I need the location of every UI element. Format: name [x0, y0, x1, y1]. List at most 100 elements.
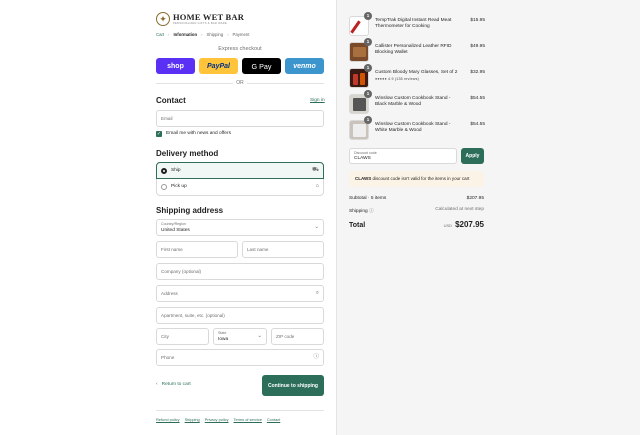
email-placeholder: Email: [161, 116, 173, 121]
privacy-policy-link[interactable]: Privacy policy: [205, 417, 229, 422]
cart-item: 1 TempTrak Digital Instant Read Meat The…: [349, 12, 485, 36]
checkout-main: ✦ HOME WET BAR PERSONALIZED GIFTS & BAR …: [0, 0, 337, 435]
state-select[interactable]: State Iowa ⌄: [213, 328, 267, 345]
quantity-badge: 1: [364, 12, 372, 20]
currency-code: USD: [443, 223, 453, 228]
divider: [156, 410, 324, 411]
chevron-left-icon: ‹: [156, 382, 158, 387]
return-to-cart-link[interactable]: ‹ Return to cart: [156, 382, 191, 387]
shop-pay-button[interactable]: shop: [156, 58, 195, 74]
shipping-label-wrap: Shipping ⓘ: [349, 207, 374, 214]
first-name-field[interactable]: First name: [156, 241, 238, 258]
apartment-placeholder: Apartment, suite, etc. (optional): [161, 313, 225, 318]
shipping-label: Shipping: [349, 209, 368, 214]
total-label: Total: [349, 222, 366, 229]
company-field[interactable]: Company (optional): [156, 263, 324, 280]
item-price: $54.55: [470, 122, 485, 127]
newsletter-label: Email me with news and offers: [166, 131, 231, 136]
apply-discount-button[interactable]: Apply: [461, 148, 484, 164]
breadcrumb-cart[interactable]: Cart: [156, 32, 164, 37]
email-field[interactable]: Email: [156, 110, 324, 127]
help-icon[interactable]: ⓘ: [369, 209, 374, 214]
first-name-placeholder: First name: [161, 247, 183, 252]
item-rating: ●●●●● 4.9 (135 reviews): [375, 77, 420, 81]
item-price: $54.55: [470, 96, 485, 101]
quantity-badge: 1: [364, 64, 372, 72]
last-name-placeholder: Last name: [247, 247, 269, 252]
item-name: Winslow Custom Cookbook Stand - Black Ma…: [375, 96, 451, 107]
breadcrumb-shipping: Shipping: [206, 32, 224, 37]
breadcrumb: Cart › Information › Shipping › Payment: [156, 32, 250, 37]
subtotal-row: Subtotal · 5 items $207.95: [349, 196, 484, 201]
discount-error-notice: CLAWS discount code isn't valid for the …: [349, 171, 484, 187]
newsletter-checkbox[interactable]: ✓: [156, 131, 162, 137]
quantity-badge: 1: [364, 90, 372, 98]
radio-selected[interactable]: [161, 168, 167, 174]
state-value: Iowa: [218, 337, 229, 342]
item-price: $32.95: [470, 70, 485, 75]
state-label: State: [218, 331, 227, 335]
help-icon[interactable]: ⓘ: [313, 354, 319, 361]
truck-icon: ⛟: [312, 167, 319, 173]
store-logo[interactable]: ✦ HOME WET BAR PERSONALIZED GIFTS & BAR …: [156, 12, 244, 26]
country-select[interactable]: Country/Region United States ⌄: [156, 219, 324, 236]
delivery-heading: Delivery method: [156, 149, 219, 158]
store-tagline: PERSONALIZED GIFTS & BAR WARE: [173, 22, 228, 25]
country-value: United States: [161, 228, 190, 233]
chevron-right-icon: ›: [201, 32, 203, 37]
phone-field[interactable]: Phone ⓘ: [156, 349, 324, 366]
cart-item: 1 Winslow Custom Cookbook Stand - Black …: [349, 90, 485, 114]
express-checkout-label: Express checkout: [218, 46, 262, 52]
total-value: $207.95: [455, 220, 484, 229]
item-name: TempTrak Digital Instant Read Meat Therm…: [375, 18, 452, 29]
shipping-address-heading: Shipping address: [156, 206, 224, 215]
phone-placeholder: Phone: [161, 355, 175, 360]
subtotal-label: Subtotal · 5 items: [349, 196, 387, 201]
venmo-button[interactable]: venmo: [285, 58, 324, 74]
radio-unselected[interactable]: [161, 184, 167, 190]
company-placeholder: Company (optional): [161, 269, 202, 274]
delivery-option-ship[interactable]: Ship ⛟: [156, 162, 324, 179]
cart-item: 1 Custom Bloody Mary Glasses, Set of 2 ●…: [349, 64, 485, 88]
discount-error-code: CLAWS: [355, 176, 372, 181]
address-field[interactable]: Address ⌕: [156, 285, 324, 302]
item-price: $49.95: [470, 44, 485, 49]
contact-heading: Contact: [156, 96, 186, 105]
google-pay-button[interactable]: G Pay: [242, 58, 281, 74]
apartment-field[interactable]: Apartment, suite, etc. (optional): [156, 307, 324, 324]
shipping-policy-link[interactable]: Shipping: [185, 417, 200, 422]
refund-policy-link[interactable]: Refund policy: [156, 417, 180, 422]
delivery-option-pickup[interactable]: Pick up ⌂: [157, 179, 323, 195]
logo-emblem-icon: ✦: [156, 12, 170, 26]
city-field[interactable]: City: [156, 328, 209, 345]
chevron-right-icon: ›: [227, 32, 229, 37]
discount-code-value: CLAWS: [354, 156, 371, 161]
quantity-badge: 1: [364, 38, 372, 46]
shipping-value: Calculated at next step: [435, 207, 484, 212]
search-icon: ⌕: [315, 290, 319, 296]
sign-in-link[interactable]: Sign in: [310, 98, 325, 103]
terms-of-service-link[interactable]: Terms of service: [234, 417, 262, 422]
address-placeholder: Address: [161, 291, 178, 296]
cart-item: 1 Callister Personalized Leather RFID Bl…: [349, 38, 485, 62]
continue-to-shipping-button[interactable]: Continue to shipping: [262, 375, 324, 396]
discount-code-field[interactable]: Discount code CLAWS: [349, 148, 457, 164]
country-label: Country/Region: [161, 222, 186, 226]
return-to-cart-label: Return to cart: [161, 382, 191, 387]
item-price: $15.95: [470, 18, 485, 23]
checkout-page: ✦ HOME WET BAR PERSONALIZED GIFTS & BAR …: [0, 0, 640, 435]
item-name: Winslow Custom Cookbook Stand - White Ma…: [375, 122, 451, 133]
contact-link[interactable]: Contact: [267, 417, 280, 422]
city-placeholder: City: [161, 334, 169, 339]
quantity-badge: 1: [364, 116, 372, 124]
delivery-method-group: Ship ⛟ Pick up ⌂: [156, 162, 324, 196]
footer-links: Refund policy Shipping Privacy policy Te…: [156, 417, 280, 422]
store-name: HOME WET BAR: [173, 12, 245, 22]
paypal-button[interactable]: PayPal: [199, 58, 238, 74]
zip-field[interactable]: ZIP code: [271, 328, 324, 345]
chevron-down-icon: ⌄: [257, 333, 262, 339]
last-name-field[interactable]: Last name: [242, 241, 324, 258]
total-value-wrap: USD $207.95: [444, 220, 484, 229]
item-name: Callister Personalized Leather RFID Bloc…: [375, 44, 452, 55]
order-summary: [337, 0, 640, 435]
